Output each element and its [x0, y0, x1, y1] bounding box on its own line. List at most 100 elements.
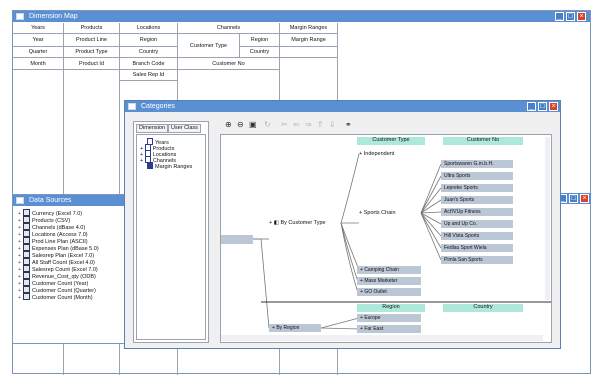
arrow-left-icon[interactable]: ⇐ [293, 120, 300, 130]
customer-label: Sportswaren G.m.b.H. [444, 161, 494, 167]
customer-item[interactable]: Juan's Sports [441, 196, 513, 204]
data-source-item[interactable]: + Customer Count (Month) [17, 293, 93, 302]
level-quarter[interactable]: Quarter [13, 47, 64, 58]
zoom-out-icon[interactable]: ⊖ [237, 120, 244, 130]
level-channel-region[interactable]: Region [240, 34, 280, 47]
close-icon[interactable]: × [580, 194, 589, 203]
level-customer-type[interactable]: Customer Type [178, 34, 240, 58]
level-country[interactable]: Country [120, 47, 178, 58]
level-header-region[interactable]: Region [357, 304, 425, 312]
dim-header-label: Years [31, 25, 45, 31]
table-icon [23, 209, 30, 216]
arrow-up-icon[interactable]: ⇑ [317, 120, 324, 130]
close-icon[interactable]: × [577, 12, 586, 21]
dim-header-label: Products [80, 25, 103, 31]
table-icon [23, 223, 30, 230]
customer-item[interactable]: Act'N'Up Fitness [441, 208, 513, 216]
table-icon [23, 286, 30, 293]
find-binoculars-icon[interactable]: ⚭ [345, 120, 352, 130]
pane-tabs: Dimension User Class [136, 124, 201, 133]
category-mass-marketer[interactable]: + Mass Marketer [357, 277, 421, 285]
branch-by-region[interactable]: + By Region [269, 324, 321, 332]
cut-icon[interactable]: ✂ [281, 120, 288, 130]
tab-user-class[interactable]: User Class [167, 124, 201, 133]
customer-item[interactable]: Ultra Sports [441, 172, 513, 180]
header-label: Customer No [466, 137, 500, 143]
customer-item[interactable]: Pimla San Sports [441, 256, 513, 264]
refresh-icon[interactable]: ↻ [264, 120, 271, 130]
minimize-icon[interactable]: _ [527, 102, 536, 111]
dim-header-products[interactable]: Products [64, 23, 120, 34]
dim-header-years[interactable]: Years [13, 23, 64, 34]
dim-header-locations[interactable]: Locations [120, 23, 178, 34]
dim-header-margin-ranges[interactable]: Margin Ranges [280, 23, 338, 34]
level-label: Branch Code [132, 61, 165, 67]
dim-header-channels[interactable]: Channels [178, 23, 280, 34]
level-margin-range[interactable]: Margin Range [280, 34, 338, 47]
close-icon[interactable]: × [549, 102, 558, 111]
arrow-down-icon[interactable]: ⇓ [329, 120, 336, 130]
level-sales-rep-id[interactable]: Sales Rep Id [120, 70, 178, 81]
customer-item[interactable]: Lepreke Sports [441, 184, 513, 192]
level-product-type[interactable]: Product Type [64, 47, 120, 58]
category-europe[interactable]: + Europe [357, 314, 421, 322]
dimension-map-titlebar[interactable]: Dimension Map _ □ × [13, 11, 590, 22]
dim-header-label: Margin Ranges [289, 25, 328, 31]
data-sources-titlebar[interactable]: Data Sources [13, 195, 133, 206]
maximize-icon[interactable]: □ [569, 194, 578, 203]
customer-item[interactable]: Up and Up Co. [441, 220, 513, 228]
category-sports-chain[interactable]: + Sports Chain [359, 209, 396, 217]
category-label: Independent [363, 151, 395, 157]
table-icon [23, 279, 30, 286]
category-label: Far East [364, 326, 384, 332]
level-label: Year [32, 37, 44, 43]
category-label: Mass Marketer [364, 278, 398, 284]
dim-header-label: Locations [136, 25, 161, 31]
level-year[interactable]: Year [13, 34, 64, 47]
categories-titlebar[interactable]: Categories _ □ × [125, 101, 560, 112]
maximize-icon[interactable]: □ [566, 12, 575, 21]
dim-header-label: Channels [216, 25, 241, 31]
table-icon [23, 244, 30, 251]
arrow-right-icon[interactable]: ⇒ [305, 120, 312, 130]
customer-item[interactable]: Hill Vista Sports [441, 232, 513, 240]
tree-item-margin-ranges[interactable]: Margin Ranges [147, 162, 192, 170]
tab-dimension[interactable]: Dimension [136, 124, 168, 133]
fit-view-icon[interactable]: ▣ [249, 120, 257, 130]
category-go-outlet[interactable]: + GO Outlet [357, 288, 421, 296]
customer-item[interactable]: Fedlau Sport Wiela [441, 244, 513, 252]
level-product-line[interactable]: Product Line [64, 34, 120, 47]
table-icon [23, 216, 30, 223]
category-label: Europe [364, 315, 381, 321]
table-icon [23, 251, 30, 258]
table-icon [23, 258, 30, 265]
maximize-icon[interactable]: □ [538, 102, 547, 111]
level-month[interactable]: Month [13, 58, 64, 70]
level-header-customer-no[interactable]: Customer No [443, 137, 523, 145]
data-source-label: Customer Count (Month) [32, 295, 93, 301]
level-product-id[interactable]: Product Id [64, 58, 120, 70]
level-region[interactable]: Region [120, 34, 178, 47]
level-margin-empty [280, 47, 338, 58]
level-label: Country [138, 49, 159, 55]
category-far-east[interactable]: + Far East [357, 325, 421, 333]
level-channel-country[interactable]: Country [240, 47, 280, 58]
category-camping-chain[interactable]: + Camping Chain [357, 266, 421, 274]
table-icon [23, 230, 30, 237]
category-independent[interactable]: + Independent [359, 150, 394, 158]
level-label: Customer No [212, 61, 245, 67]
level-header-customer-type[interactable]: Customer Type [357, 137, 425, 145]
level-branch-code[interactable]: Branch Code [120, 58, 178, 70]
categories-left-pane: Dimension User Class Years + Products + L… [133, 121, 209, 343]
customer-label: Up and Up Co. [444, 221, 478, 227]
expand-icon[interactable]: + [17, 295, 22, 302]
branch-by-customer-type[interactable]: + ◧ By Customer Type [269, 219, 326, 227]
table-icon [23, 272, 30, 279]
table-icon [23, 237, 30, 244]
customer-item[interactable]: Sportswaren G.m.b.H. [441, 160, 513, 168]
minimize-icon[interactable]: _ [555, 12, 564, 21]
zoom-in-icon[interactable]: ⊕ [225, 120, 232, 130]
level-label: Quarter [28, 49, 48, 55]
level-header-country[interactable]: Country [443, 304, 523, 312]
level-customer-no[interactable]: Customer No [178, 58, 280, 70]
